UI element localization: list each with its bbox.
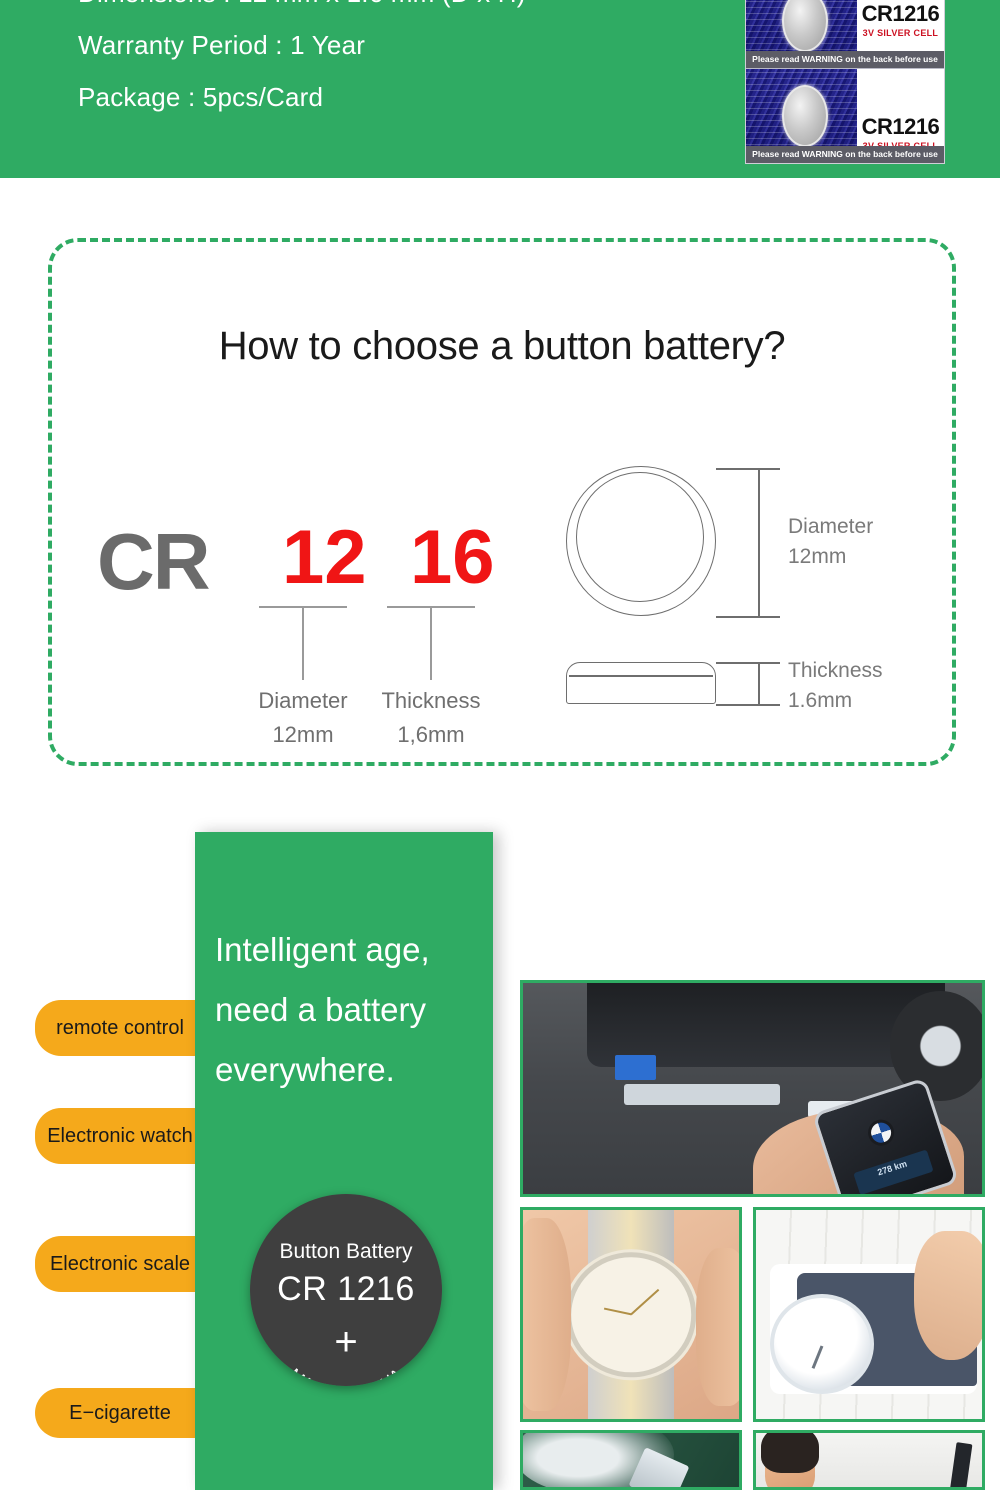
application-tab-e-cigarette[interactable]: E−cigarette	[35, 1388, 205, 1438]
application-showcase: remote control Electronic watch Electron…	[0, 832, 1000, 1490]
thickness-tick-top	[716, 662, 780, 664]
svg-text:MADE IN CHINA: MADE IN CHINA	[285, 1364, 407, 1386]
battery-blister-card-photo: CR1216 3V SILVER CELL Please read WARNIN…	[745, 0, 945, 164]
key-photo-grille	[623, 1084, 781, 1106]
card-coin-cell-icon-bottom	[782, 85, 829, 147]
thickness-dimension-line	[758, 662, 760, 704]
code-thickness-digits: 16	[410, 515, 495, 600]
photo-man-with-selfie-stick	[753, 1430, 985, 1490]
coin-model-text: CR 1216	[277, 1270, 415, 1308]
card-cell-top: CR1216 3V SILVER CELL Please read WARNIN…	[746, 0, 944, 68]
drawing-diameter-label: Diameter	[788, 515, 874, 538]
key-photo-blue-accent	[614, 1054, 657, 1081]
card-warning-bottom: Please read WARNING on the back before u…	[746, 146, 944, 163]
code-prefix-cr: CR	[97, 517, 211, 606]
spec-list: Dimensions : 12 mm x 1.6 mm (D x H) Warr…	[78, 0, 526, 114]
drawing-thickness-text: Thickness 1.6mm	[788, 656, 883, 716]
code-diameter-digits: 12	[282, 515, 367, 600]
card-cell-bottom: T&E CR1216 3V SILVER CELL Please read WA…	[746, 68, 944, 163]
battery-side-view	[566, 662, 716, 704]
photo-e-cigarette	[520, 1430, 742, 1490]
battery-code-breakdown: CR 12 16 Diameter 12mm Thickness 1,6mm	[97, 515, 517, 748]
scale-photo-dial	[769, 1293, 874, 1394]
battery-dimension-drawing: Diameter 12mm Thickness 1.6mm	[520, 466, 920, 728]
thickness-callout-stem	[430, 608, 432, 680]
spec-package: Package : 5pcs/Card	[78, 82, 324, 112]
diameter-callout-label: Diameter	[258, 688, 348, 713]
coin-origin-arc: MADE IN CHINA	[250, 1330, 442, 1386]
photo-wrist-watch	[520, 1207, 742, 1422]
diameter-callout-value: 12mm	[272, 722, 334, 747]
photo-bathroom-scale	[753, 1207, 985, 1422]
diameter-callout-text: Diameter 12mm	[258, 684, 347, 752]
coin-label-text: Button Battery	[279, 1240, 413, 1263]
card-model-bottom: CR1216	[861, 113, 940, 139]
man-photo-hair	[760, 1433, 820, 1473]
key-photo-fob-screen: 278 km	[853, 1149, 934, 1194]
application-tab-electronic-scale[interactable]: Electronic scale	[35, 1236, 205, 1292]
watch-photo-finger-right	[695, 1247, 739, 1407]
drawing-thickness-label: Thickness	[788, 659, 883, 682]
product-spec-band: Dimensions : 12 mm x 1.6 mm (D x H) Warr…	[0, 0, 1000, 178]
drawing-thickness-value: 1.6mm	[788, 689, 853, 712]
scale-photo-needle	[811, 1345, 823, 1369]
scale-photo-foot	[914, 1230, 982, 1361]
watch-photo-dial	[566, 1251, 696, 1378]
diameter-tick-bottom	[716, 616, 780, 618]
application-tab-electronic-watch[interactable]: Electronic watch	[35, 1108, 205, 1164]
key-photo-brand-logo	[864, 1115, 898, 1149]
spec-warranty: Warranty Period : 1 Year	[78, 30, 366, 60]
card-chemistry-top: 3V SILVER CELL	[862, 28, 939, 38]
card-warning-top: Please read WARNING on the back before u…	[746, 51, 944, 68]
diameter-callout: Diameter 12mm	[258, 606, 348, 747]
drawing-diameter-value: 12mm	[788, 545, 847, 568]
battery-top-view	[566, 466, 716, 616]
thickness-callout-text: Thickness 1,6mm	[381, 684, 480, 752]
how-to-choose-panel: How to choose a button battery? CR 12 16…	[48, 238, 956, 766]
thickness-callout: Thickness 1,6mm	[381, 606, 481, 747]
showcase-slogan: Intelligent age, need a battery everywhe…	[215, 931, 430, 1088]
battery-inner-ring	[576, 472, 704, 602]
thickness-callout-value: 1,6mm	[397, 722, 465, 747]
application-tab-remote-control[interactable]: remote control	[35, 1000, 205, 1056]
spec-dimensions: Dimensions : 12 mm x 1.6 mm (D x H)	[78, 0, 526, 10]
watch-photo-finger-left	[523, 1218, 571, 1411]
drawing-diameter-text: Diameter 12mm	[788, 512, 873, 572]
showcase-green-panel: Intelligent age, need a battery everywhe…	[195, 832, 493, 1490]
thickness-callout-label: Thickness	[381, 688, 481, 713]
photo-car-key-fob: 278 km	[520, 980, 985, 1197]
diameter-tick-top	[716, 468, 780, 470]
choose-panel-title: How to choose a button battery?	[218, 324, 786, 368]
thickness-tick-bottom	[716, 704, 780, 706]
card-model-top: CR1216	[861, 1, 940, 26]
coin-cell-graphic: Button Battery CR 1216 + MADE IN CHINA	[250, 1194, 442, 1386]
diameter-callout-stem	[302, 608, 304, 680]
diameter-dimension-line	[758, 468, 760, 618]
